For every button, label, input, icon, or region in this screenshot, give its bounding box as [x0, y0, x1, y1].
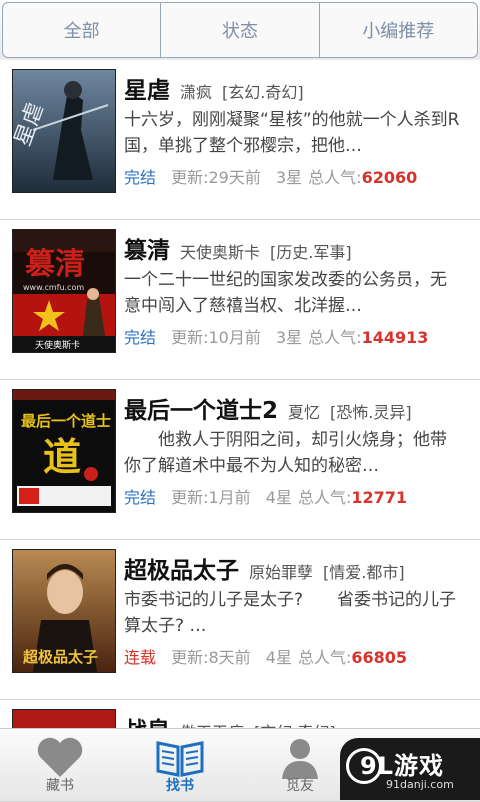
site-watermark: 9L游戏 91danji.com: [340, 738, 480, 800]
svg-text:www.cmfu.com: www.cmfu.com: [23, 283, 84, 292]
book-title[interactable]: 超极品太子: [124, 551, 239, 585]
popularity-label: 总人气:: [297, 488, 352, 507]
popularity-label: 总人气:: [308, 168, 362, 187]
book-list: 星虐 星虐 潇疯 [玄幻.奇幻] 十六岁，刚刚凝聚“星核”的他就一个人杀到R国，…: [0, 60, 480, 802]
svg-text:超极品太子: 超极品太子: [22, 648, 98, 666]
book-cover: 星虐: [12, 69, 116, 193]
star-rating: 3星: [275, 168, 303, 187]
book-genre: [恐怖.灵异]: [330, 403, 412, 422]
nav-bookshelf[interactable]: 藏书: [0, 729, 120, 801]
book-cover: 最后一个道士 道: [12, 389, 116, 513]
book-genre: [玄幻.奇幻]: [222, 83, 304, 102]
book-author: 夏忆: [288, 403, 321, 422]
book-cover: 篡清 www.cmfu.com 天使奥斯卡: [12, 229, 116, 353]
list-item[interactable]: 最后一个道士 道 最后一个道士2 夏忆 [恐怖.灵异] 他救人于阴阳之间，却引火…: [0, 380, 480, 540]
tab-editor-picks[interactable]: 小编推荐: [320, 3, 477, 57]
svg-text:天使奥斯卡: 天使奥斯卡: [35, 339, 80, 351]
book-stats: 完结 更新:1月前 4星 总人气:12771: [124, 484, 470, 508]
top-tab-bar: 全部 状态 小编推荐: [0, 0, 480, 61]
book-stats: 连载 更新:8天前 4星 总人气:66805: [124, 644, 470, 668]
list-item[interactable]: 星虐 星虐 潇疯 [玄幻.奇幻] 十六岁，刚刚凝聚“星核”的他就一个人杀到R国，…: [0, 60, 480, 220]
star-rating: 3星: [275, 328, 303, 347]
update-time: 更新:29天前: [171, 168, 261, 187]
popularity-count: 66805: [351, 648, 408, 667]
book-stats: 完结 更新:29天前 3星 总人气:62060: [124, 164, 470, 188]
star-rating: 4星: [265, 648, 292, 667]
list-item[interactable]: 篡清 www.cmfu.com 天使奥斯卡 篡清 天使奥斯卡 [历史.军事] 一…: [0, 220, 480, 380]
segmented-control: 全部 状态 小编推荐: [2, 2, 478, 58]
book-description: 十六岁，刚刚凝聚“星核”的他就一个人杀到R国，单挑了整个邪樱宗，把他…: [124, 110, 460, 156]
book-author: 原始罪孽: [249, 563, 314, 582]
status-badge: 完结: [124, 328, 157, 347]
svg-text:最后一个道士: 最后一个道士: [21, 412, 111, 430]
popularity-label: 总人气:: [308, 328, 362, 347]
popularity-count: 12771: [351, 488, 408, 507]
nav-find-books[interactable]: 找书: [120, 729, 240, 801]
svg-text:篡清: 篡清: [25, 247, 85, 282]
tab-all[interactable]: 全部: [3, 3, 162, 57]
popularity-count: 144913: [361, 328, 429, 347]
book-author: 潇疯: [180, 83, 213, 102]
popularity-label: 总人气:: [297, 648, 352, 667]
svg-text:道: 道: [43, 434, 81, 479]
star-rating: 4星: [265, 488, 292, 507]
status-badge: 完结: [124, 168, 157, 187]
book-genre: [历史.军事]: [270, 243, 352, 262]
list-item[interactable]: 超极品太子 超极品太子 原始罪孽 [情爱.都市] 市委书记的儿子是太子? 省委书…: [0, 540, 480, 700]
book-description: 一个二十一世纪的国家发改委的公务员，无意中闯入了慈禧当权、北洋握…: [124, 270, 447, 316]
status-badge: 连载: [124, 648, 157, 667]
book-description: 他救人于阴阳之间，却引火烧身；他带你了解道术中最不为人知的秘密…: [124, 430, 447, 476]
book-cover: 超极品太子: [12, 549, 116, 673]
book-stats: 完结 更新:10月前 3星 总人气:144913: [124, 324, 470, 348]
book-title[interactable]: 最后一个道士2: [124, 391, 278, 425]
tab-status[interactable]: 状态: [161, 3, 320, 57]
book-genre: [情爱.都市]: [323, 563, 405, 582]
status-badge: 完结: [124, 488, 157, 507]
update-time: 更新:1月前: [171, 488, 251, 507]
book-title[interactable]: 星虐: [124, 71, 170, 105]
book-title[interactable]: 篡清: [124, 231, 170, 265]
book-description: 市委书记的儿子是太子? 省委书记的儿子算太子? …: [124, 590, 457, 636]
update-time: 更新:8天前: [171, 648, 251, 667]
update-time: 更新:10月前: [171, 328, 261, 347]
book-author: 天使奥斯卡: [180, 243, 261, 262]
popularity-count: 62060: [361, 168, 418, 187]
